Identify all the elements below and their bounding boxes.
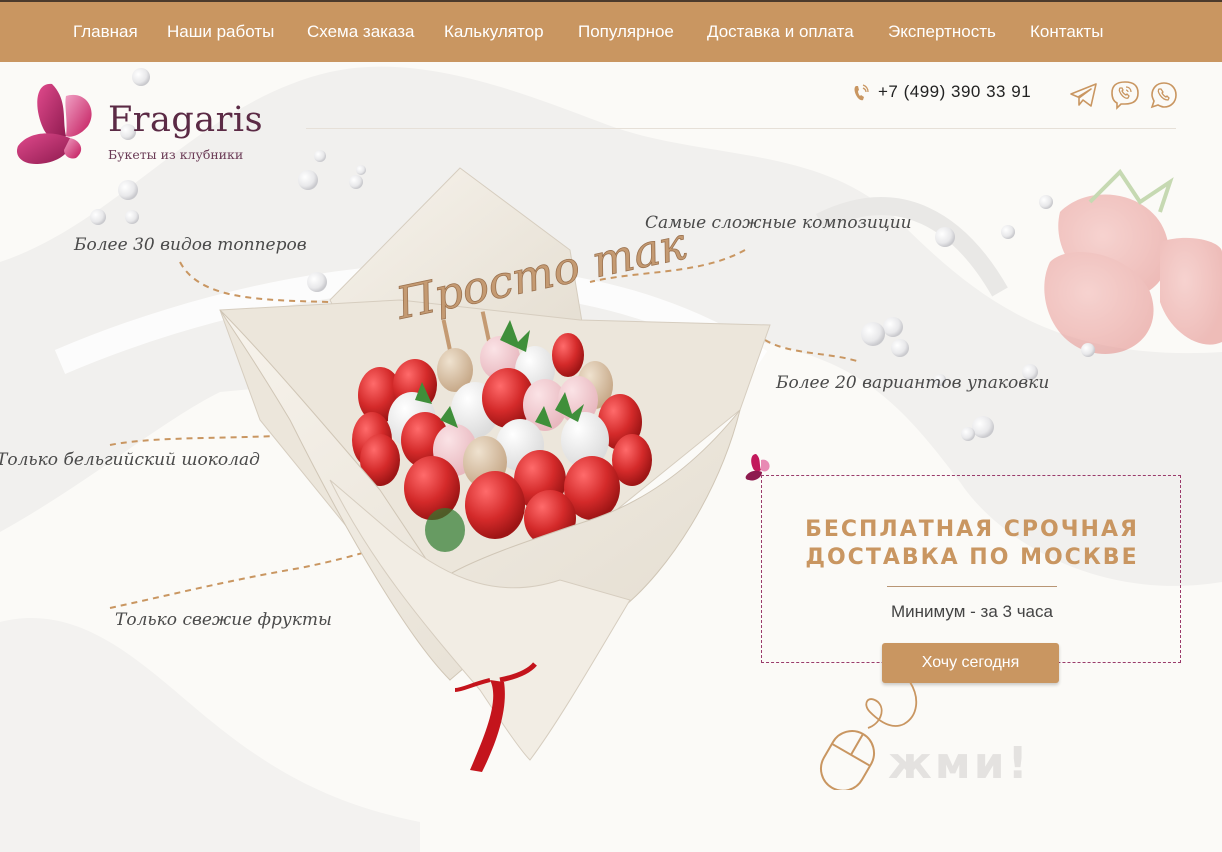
nav-item-popular[interactable]: Популярное <box>578 2 674 62</box>
nav-item-delivery[interactable]: Доставка и оплата <box>707 2 854 62</box>
nav-item-contacts[interactable]: Контакты <box>1030 2 1103 62</box>
whatsapp-icon[interactable] <box>1149 80 1179 110</box>
telegram-icon[interactable] <box>1069 80 1099 110</box>
feature-packaging: Более 20 вариантов упаковки <box>776 373 1050 393</box>
free-delivery-promo: Бесплатная срочная доставка по Москве Ми… <box>761 475 1181 663</box>
header-divider <box>306 128 1176 129</box>
butterfly-logo-icon[interactable] <box>14 80 98 168</box>
nav-item-expertise[interactable]: Экспертность <box>888 2 996 62</box>
nav-item-works[interactable]: Наши работы <box>167 2 274 62</box>
promo-divider <box>887 586 1057 587</box>
viber-icon[interactable] <box>1110 80 1140 110</box>
promo-title-line2: доставка по Москве <box>805 545 1139 570</box>
press-hint: жми! <box>888 738 1031 789</box>
logo-name[interactable]: Fragaris <box>108 100 263 140</box>
promo-subtitle: Минимум - за 3 часа <box>891 602 1053 621</box>
want-today-button[interactable]: Хочу сегодня <box>882 643 1059 683</box>
nav-item-calculator[interactable]: Калькулятор <box>444 2 544 62</box>
strawberry-bouquet-image: Просто так <box>219 167 771 772</box>
main-nav: Главная Наши работы Схема заказа Калькул… <box>0 0 1222 62</box>
promo-title-line1: Бесплатная срочная <box>805 517 1139 542</box>
promo-title: Бесплатная срочная доставка по Москве <box>762 516 1182 572</box>
phone-icon <box>854 84 869 101</box>
nav-item-order-scheme[interactable]: Схема заказа <box>307 2 414 62</box>
phone-number[interactable]: +7 (499) 390 33 91 <box>878 82 1031 102</box>
nav-item-home[interactable]: Главная <box>73 2 138 62</box>
